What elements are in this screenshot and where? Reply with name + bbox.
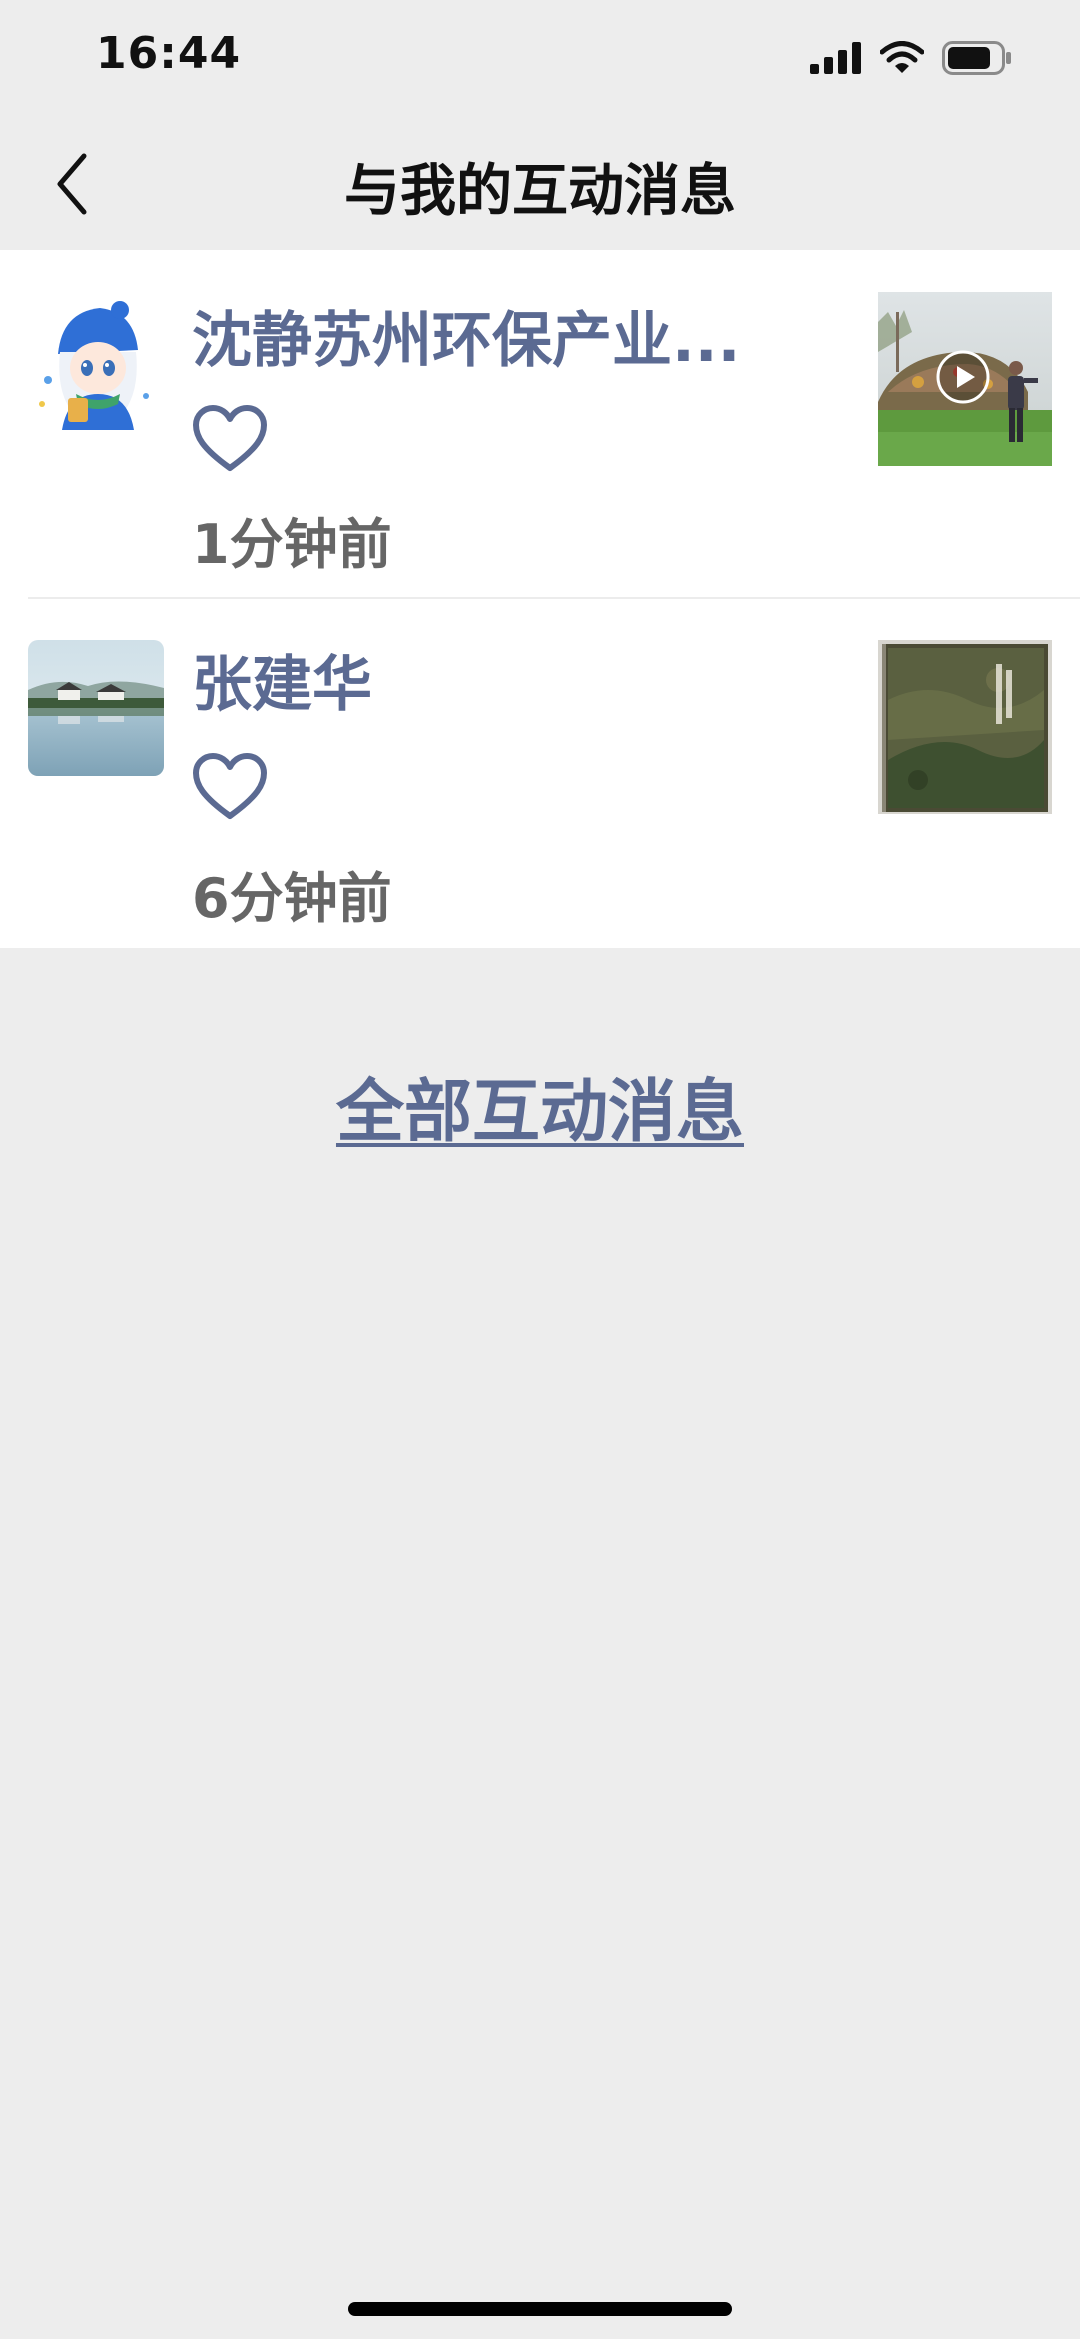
image-thumbnail[interactable]	[878, 640, 1052, 814]
status-time: 16:44	[96, 28, 242, 79]
video-thumbnail[interactable]	[878, 292, 1052, 466]
heart-icon	[192, 404, 268, 474]
sender-name[interactable]: 沈静苏州环保产业...	[192, 292, 740, 379]
status-bar: 16:44	[0, 0, 1080, 120]
cellular-signal-icon	[810, 42, 862, 78]
all-interactions-link[interactable]: 全部互动消息	[336, 1073, 744, 1152]
page-title: 与我的互动消息	[344, 159, 736, 224]
message-list: 沈静苏州环保产业... 1分钟前 张建华 6分钟前	[0, 250, 1080, 948]
avatar[interactable]	[28, 640, 164, 776]
nav-bar: 与我的互动消息	[0, 120, 1080, 248]
status-icons	[810, 40, 1012, 80]
list-item[interactable]: 张建华 6分钟前	[0, 598, 1080, 948]
battery-icon	[942, 41, 1012, 79]
all-interactions-link-container: 全部互动消息	[0, 1056, 1080, 1155]
time-label: 1分钟前	[192, 513, 392, 576]
play-icon	[935, 349, 991, 405]
sender-name[interactable]: 张建华	[192, 636, 372, 723]
wifi-icon	[879, 41, 925, 79]
time-label: 6分钟前	[192, 867, 392, 930]
home-indicator[interactable]	[348, 2302, 732, 2316]
list-item[interactable]: 沈静苏州环保产业... 1分钟前	[0, 250, 1080, 598]
heart-icon	[192, 752, 268, 822]
avatar[interactable]	[28, 294, 164, 430]
